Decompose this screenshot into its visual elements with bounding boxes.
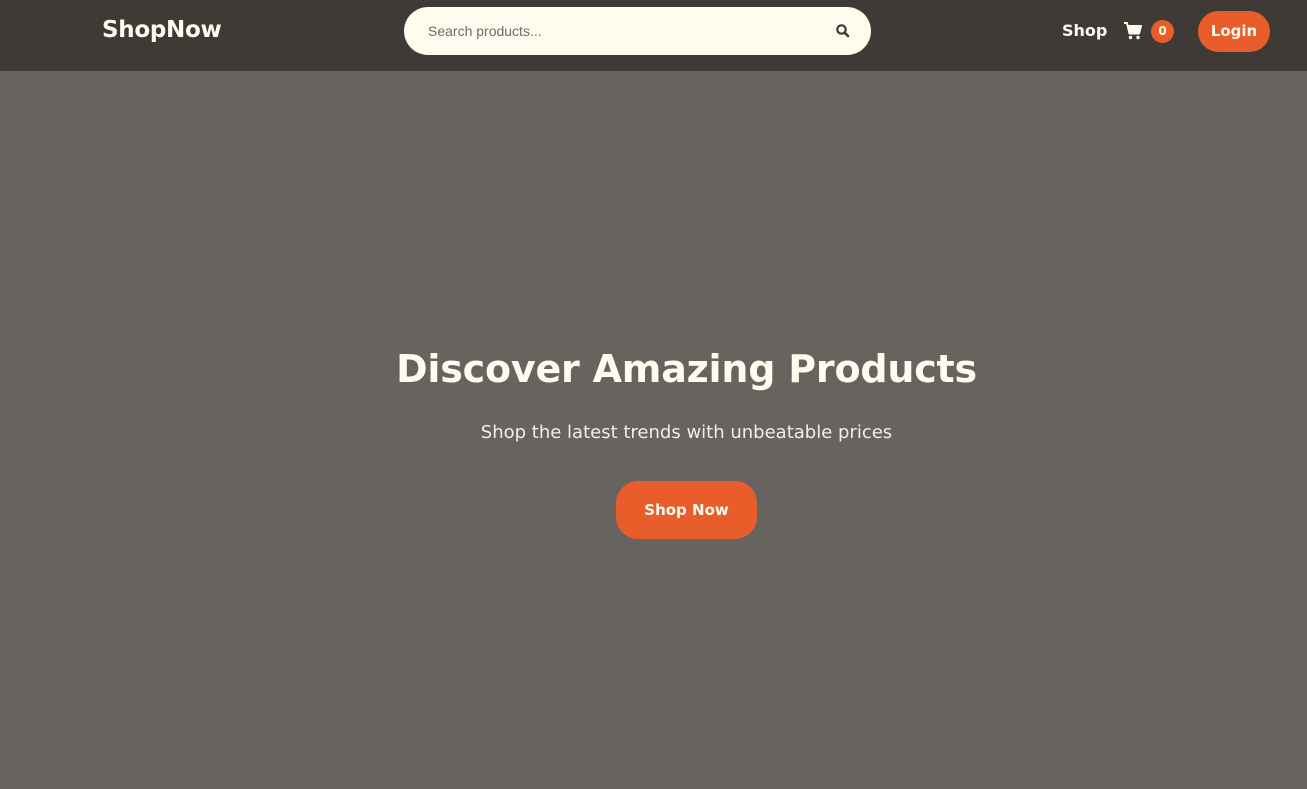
hero-subtitle: Shop the latest trends with unbeatable p… xyxy=(480,422,893,443)
search-icon[interactable] xyxy=(833,21,853,41)
shop-now-button[interactable]: Shop Now xyxy=(616,481,757,539)
search-input[interactable] xyxy=(428,7,808,55)
brand-logo[interactable]: ShopNow xyxy=(102,17,222,43)
search-bar xyxy=(404,7,871,55)
hero-section: Discover Amazing Products Shop the lates… xyxy=(0,71,1307,789)
cart-icon xyxy=(1123,21,1143,41)
hero-title: Discover Amazing Products xyxy=(396,347,977,391)
login-button[interactable]: Login xyxy=(1198,11,1270,52)
nav-link-shop[interactable]: Shop xyxy=(1062,21,1107,40)
navbar: ShopNow Shop 0 Login xyxy=(0,0,1307,71)
cart-count-badge: 0 xyxy=(1151,20,1174,43)
cart-button[interactable]: 0 xyxy=(1123,20,1175,44)
